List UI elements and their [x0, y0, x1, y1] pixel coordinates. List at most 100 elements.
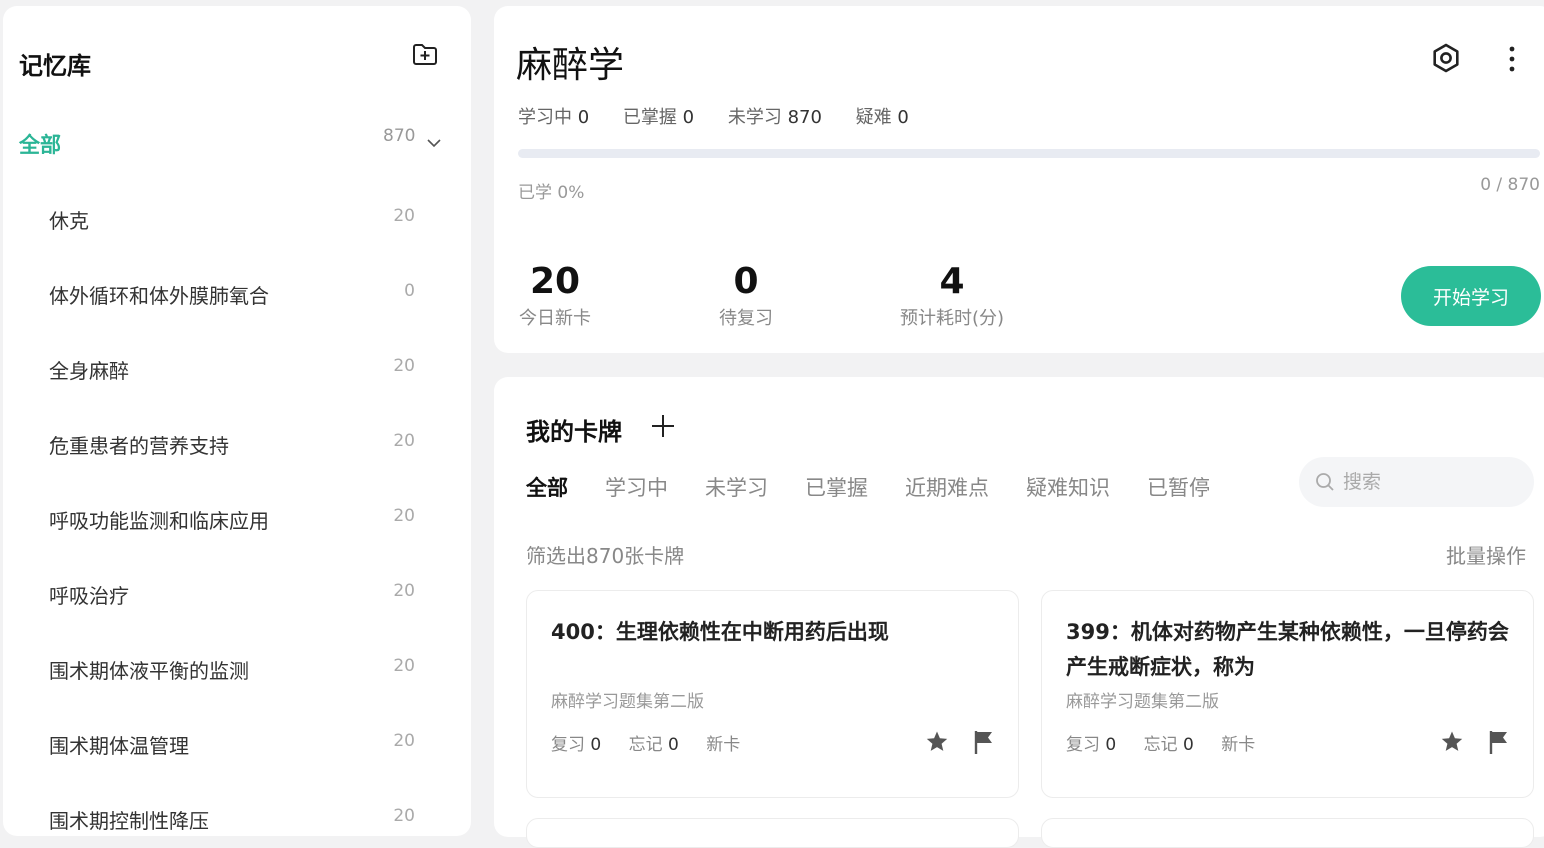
card-review-label: 复习: [1066, 735, 1100, 755]
tab-unlearned[interactable]: 未学习: [705, 472, 768, 502]
sidebar-all[interactable]: 全部: [19, 129, 61, 159]
card-forget-value: 0: [1183, 735, 1194, 755]
metric-value: 4: [939, 261, 965, 302]
sidebar-item-label: 全身麻醉: [49, 359, 129, 383]
metric-label: 预计耗时(分): [899, 308, 1005, 329]
sidebar-item-count: 0: [404, 281, 415, 301]
sidebar-item-count: 20: [393, 581, 415, 601]
flag-icon[interactable]: [973, 729, 995, 755]
stat-label: 学习中: [518, 107, 572, 128]
progress-bar: [518, 149, 1540, 158]
cards-section-title: 我的卡牌: [526, 418, 622, 446]
stat-label: 疑难: [855, 107, 892, 128]
stat-learning: 学习中 0: [518, 107, 589, 128]
sidebar-item-label: 围术期控制性降压: [49, 809, 209, 833]
tab-all[interactable]: 全部: [526, 472, 568, 502]
search-input[interactable]: [1343, 471, 1523, 493]
stat-value: 0: [897, 107, 909, 128]
card-review-value: 0: [590, 735, 602, 755]
sidebar-item-controlled-hypotension[interactable]: 围术期控制性降压 20: [3, 786, 471, 836]
sidebar-list: 休克 20 体外循环和体外膜肺氧合 0 全身麻醉 20 危重患者的营养支持 20…: [3, 186, 471, 836]
tab-mastered[interactable]: 已掌握: [805, 472, 868, 502]
card-review-label: 复习: [551, 735, 585, 755]
metric-new-cards: 20 今日新卡: [518, 262, 592, 330]
sidebar-item-label: 体外循环和体外膜肺氧合: [49, 284, 269, 308]
sidebar-item-label: 呼吸治疗: [49, 584, 129, 608]
card-forget-label: 忘记: [1143, 735, 1178, 755]
search-box: [1299, 457, 1534, 507]
learned-percent: 已学 0%: [518, 183, 585, 203]
sidebar-item-label: 危重患者的营养支持: [49, 434, 229, 458]
sidebar-item-count: 20: [393, 506, 415, 526]
stat-value: 0: [577, 107, 590, 128]
star-icon[interactable]: [925, 730, 949, 754]
card-review: 复习 0: [1066, 735, 1116, 755]
sidebar-item-label: 围术期体温管理: [49, 734, 189, 758]
sidebar-item-count: 20: [393, 431, 415, 451]
card-meta: 复习 0 忘记 0 新卡: [551, 730, 762, 755]
card-item[interactable]: 399：机体对药物产生某种依赖性，一旦停药会产生戒断症状，称为 麻醉学习题集第二…: [1041, 590, 1534, 798]
sidebar-item-count: 20: [393, 806, 415, 826]
card-item-partial[interactable]: [526, 818, 1019, 848]
card-item[interactable]: 400：生理依赖性在中断用药后出现 麻醉学习题集第二版 复习 0 忘记 0 新卡: [526, 590, 1019, 798]
sidebar-item-ecmo[interactable]: 体外循环和体外膜肺氧合 0: [3, 261, 471, 336]
overview-panel: 麻醉学 学习中 0 已掌握 0 未学习 870 疑难 0 已学 0% 0 / 8…: [494, 6, 1544, 353]
sidebar-all-count: 870: [383, 126, 416, 146]
filter-result-count: 筛选出870张卡牌: [526, 544, 685, 568]
sidebar-item-temperature[interactable]: 围术期体温管理 20: [3, 711, 471, 786]
flag-icon[interactable]: [1488, 729, 1510, 755]
sidebar-item-label: 休克: [49, 209, 89, 233]
metric-value: 20: [529, 261, 581, 302]
sidebar-item-fluid-balance[interactable]: 围术期体液平衡的监测 20: [3, 636, 471, 711]
stats-row: 学习中 0 已掌握 0 未学习 870 疑难 0: [518, 103, 937, 129]
card-review: 复习 0: [551, 735, 601, 755]
sidebar-item-shock[interactable]: 休克 20: [3, 186, 471, 261]
card-forget: 忘记 0: [1144, 735, 1194, 755]
filter-tabs: 全部 学习中 未学习 已掌握 近期难点 疑难知识 已暂停: [526, 472, 1247, 502]
stat-mastered: 已掌握 0: [623, 107, 694, 128]
card-status: 新卡: [706, 735, 741, 755]
add-folder-icon[interactable]: [411, 40, 439, 68]
sidebar-item-general-anesthesia[interactable]: 全身麻醉 20: [3, 336, 471, 411]
more-vertical-icon[interactable]: [1500, 44, 1524, 74]
card-source: 麻醉学习题集第二版: [1066, 692, 1219, 712]
tab-recent-difficult[interactable]: 近期难点: [905, 472, 989, 502]
cards-panel: 我的卡牌 全部 学习中 未学习 已掌握 近期难点 疑难知识 已暂停 筛选出870…: [494, 377, 1544, 848]
card-title: 400：生理依赖性在中断用药后出现: [551, 620, 889, 644]
card-forget-value: 0: [668, 735, 679, 755]
card-forget-label: 忘记: [628, 735, 663, 755]
card-title: 399：机体对药物产生某种依赖性，一旦停药会产生戒断症状，称为: [1066, 620, 1509, 679]
search-icon: [1316, 473, 1334, 491]
sidebar: 记忆库 全部 870 休克 20 体外循环和体外膜肺氧合 0 全身麻醉 20 危…: [3, 6, 471, 836]
tab-difficult-knowledge[interactable]: 疑难知识: [1026, 472, 1110, 502]
sidebar-item-count: 20: [393, 656, 415, 676]
stat-unlearned: 未学习 870: [728, 107, 822, 128]
stat-value: 0: [682, 107, 695, 128]
star-icon[interactable]: [1440, 730, 1464, 754]
plus-icon[interactable]: [650, 413, 676, 439]
sidebar-item-count: 20: [393, 206, 415, 226]
learned-ratio: 0 / 870: [1480, 175, 1540, 195]
stat-value: 870: [787, 107, 822, 128]
chevron-down-icon[interactable]: [425, 134, 443, 152]
sidebar-item-respiratory-therapy[interactable]: 呼吸治疗 20: [3, 561, 471, 636]
batch-operation-button[interactable]: 批量操作: [1446, 540, 1526, 569]
sidebar-item-respiratory-monitoring[interactable]: 呼吸功能监测和临床应用 20: [3, 486, 471, 561]
stat-label: 未学习: [727, 107, 782, 128]
tab-learning[interactable]: 学习中: [605, 472, 668, 502]
stat-label: 已掌握: [622, 107, 677, 128]
eye-icon[interactable]: [1430, 42, 1462, 74]
metric-label: 今日新卡: [519, 308, 591, 329]
metric-to-review: 0 待复习: [708, 262, 784, 330]
tab-paused[interactable]: 已暂停: [1147, 472, 1210, 502]
card-status: 新卡: [1221, 735, 1256, 755]
sidebar-item-nutrition[interactable]: 危重患者的营养支持 20: [3, 411, 471, 486]
metric-value: 0: [733, 261, 759, 302]
start-learning-button[interactable]: 开始学习: [1401, 266, 1541, 326]
card-meta: 复习 0 忘记 0 新卡: [1066, 730, 1277, 755]
card-item-partial[interactable]: [1041, 818, 1534, 848]
deck-title: 麻醉学: [516, 45, 625, 86]
metric-estimated-time: 4 预计耗时(分): [890, 262, 1014, 330]
sidebar-item-label: 呼吸功能监测和临床应用: [49, 509, 269, 533]
sidebar-title: 记忆库: [19, 52, 91, 80]
